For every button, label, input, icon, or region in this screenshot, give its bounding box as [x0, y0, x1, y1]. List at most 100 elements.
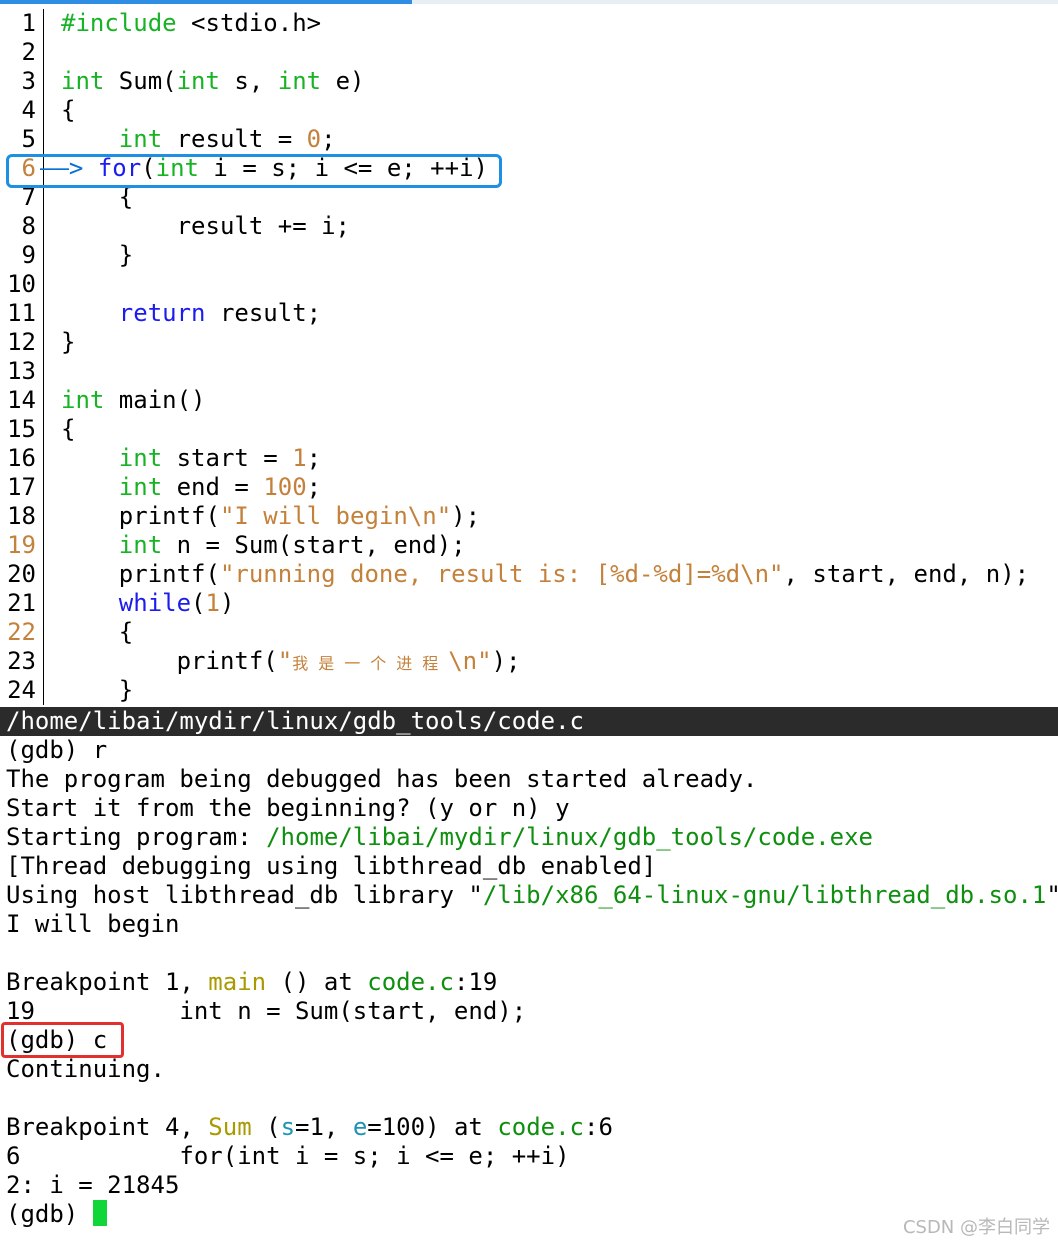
gdb-text: 19 int n = Sum(start, end);	[6, 997, 527, 1025]
code-token: while	[118, 589, 192, 617]
terminal-cursor[interactable]	[92, 1200, 107, 1226]
inactive-tab-strip	[412, 0, 1058, 4]
line-number: 9	[21, 241, 36, 269]
code-token: }	[61, 328, 76, 356]
code-token: )	[219, 589, 235, 617]
source-code-pane[interactable]: 1 #include <stdio.h> 2 3 int Sum(int s, int …	[0, 9, 1058, 705]
line-number: 15	[7, 415, 36, 443]
code-token: printf(	[61, 647, 278, 675]
source-code-text: result += i;	[61, 212, 350, 241]
gdb-output-line: Breakpoint 4, Sum (s=1, e=100) at code.c…	[6, 1113, 1056, 1142]
code-token: result;	[205, 299, 322, 327]
code-token: "running done, result is: [%d-%d]=%d\n"	[219, 560, 784, 588]
source-code-text: }	[61, 676, 133, 705]
gdb-text: () at	[266, 968, 368, 996]
source-code-text: int end = 100;	[61, 473, 321, 502]
source-line: 3 int Sum(int s, int e)	[0, 67, 1058, 96]
line-number: 8	[21, 212, 36, 240]
gdb-output-line: The program being debugged has been star…	[6, 765, 1056, 794]
source-code-text: {	[61, 96, 75, 125]
gdb-text: The program being debugged has been star…	[6, 765, 758, 793]
code-token: int	[277, 67, 322, 95]
source-line: 5 int result = 0;	[0, 125, 1058, 154]
gdb-output-line: [Thread debugging using libthread_db ena…	[6, 852, 1056, 881]
gdb-output-line: Using host libthread_db library "/lib/x8…	[6, 881, 1058, 910]
gdb-text: 2: i = 21845	[6, 1171, 180, 1199]
gdb-text: I will begin	[6, 910, 180, 938]
source-code-text: while(1)	[61, 589, 235, 618]
gdb-text: Starting program:	[6, 823, 267, 851]
code-token: 0	[306, 125, 322, 153]
source-code-text: printf("I will begin\n");	[61, 502, 480, 531]
line-number: 22	[7, 618, 36, 646]
line-number: 24	[7, 676, 36, 704]
source-code-text: int main()	[61, 386, 206, 415]
code-token: result =	[162, 125, 307, 153]
code-token: "	[277, 647, 293, 675]
gutter-separator	[43, 415, 44, 444]
code-token: , start, end, n);	[783, 560, 1030, 588]
code-token: \n"	[448, 647, 492, 675]
gdb-output-line: Continuing.	[6, 1055, 1056, 1084]
code-token: int	[118, 444, 163, 472]
source-line: 10	[0, 270, 1058, 299]
line-number: 4	[21, 96, 36, 124]
gdb-text: Start it from the beginning? (y or n) y	[6, 794, 570, 822]
line-number: 13	[7, 357, 36, 385]
code-token: {	[61, 415, 76, 443]
code-token: );	[491, 647, 521, 675]
line-number: 10	[7, 270, 36, 298]
line-number: 16	[7, 444, 36, 472]
source-code-text: int Sum(int s, int e)	[61, 67, 364, 96]
gutter-separator	[43, 270, 44, 299]
code-token: int	[118, 125, 163, 153]
gdb-output-line: (gdb) r	[6, 736, 1056, 765]
code-token: );	[451, 502, 481, 530]
gdb-text: Using host libthread_db library "	[6, 881, 483, 909]
source-line: 1 #include <stdio.h>	[0, 9, 1058, 38]
gdb-text: Breakpoint 1,	[6, 968, 209, 996]
gdb-console[interactable]: (gdb) r The program being debugged has be…	[6, 736, 1058, 1229]
code-token: end =	[162, 473, 264, 501]
source-code-text: int result = 0;	[61, 125, 336, 154]
source-file-statusbar: /home/libai/mydir/linux/gdb_tools/code.c	[0, 707, 1058, 736]
source-line: 9 }	[0, 241, 1058, 270]
code-token: main()	[104, 386, 206, 414]
source-line: 15 {	[0, 415, 1058, 444]
code-token: printf(	[61, 560, 220, 588]
gutter-separator	[43, 241, 44, 270]
gutter-separator	[43, 67, 44, 96]
gdb-output-line	[6, 939, 1056, 968]
line-number: 2	[21, 38, 36, 66]
gdb-output-line: 6 for(int i = s; i <= e; ++i)	[6, 1142, 1056, 1171]
code-token: }	[61, 676, 134, 704]
line-number: 19	[7, 531, 36, 559]
gdb-text: code.c	[497, 1113, 585, 1141]
source-code-text: int start = 1;	[61, 444, 321, 473]
watermark: CSDN @李白同学	[902, 1217, 1050, 1238]
code-token: int	[176, 67, 220, 95]
line-number: 5	[21, 125, 36, 153]
gutter-separator	[43, 386, 44, 415]
gdb-output-line: (gdb) c	[6, 1026, 1056, 1055]
gdb-text: (	[251, 1113, 281, 1141]
gutter-separator	[43, 444, 44, 473]
gdb-text: (gdb) r	[6, 736, 108, 764]
gutter-separator	[43, 357, 44, 386]
source-line: 17 int end = 100;	[0, 473, 1058, 502]
code-token: ;	[306, 473, 322, 501]
gdb-text: 6 for(int i = s; i <= e; ++i)	[6, 1142, 570, 1170]
source-code-text: #include <stdio.h>	[61, 9, 321, 38]
gdb-output-line: Starting program: /home/libai/mydir/linu…	[6, 823, 1056, 852]
code-token: }	[61, 241, 134, 269]
code-token: #include	[61, 9, 177, 37]
gdb-text: :19	[453, 968, 498, 996]
gdb-output-line: (gdb)	[6, 1200, 1056, 1229]
source-line: 13	[0, 357, 1058, 386]
gdb-text: /lib/x86_64-linux-gnu/libthread_db.so.1	[482, 881, 1047, 909]
current-line-highlight-box	[6, 154, 502, 188]
line-number: 17	[7, 473, 36, 501]
code-token: 1	[292, 444, 307, 472]
